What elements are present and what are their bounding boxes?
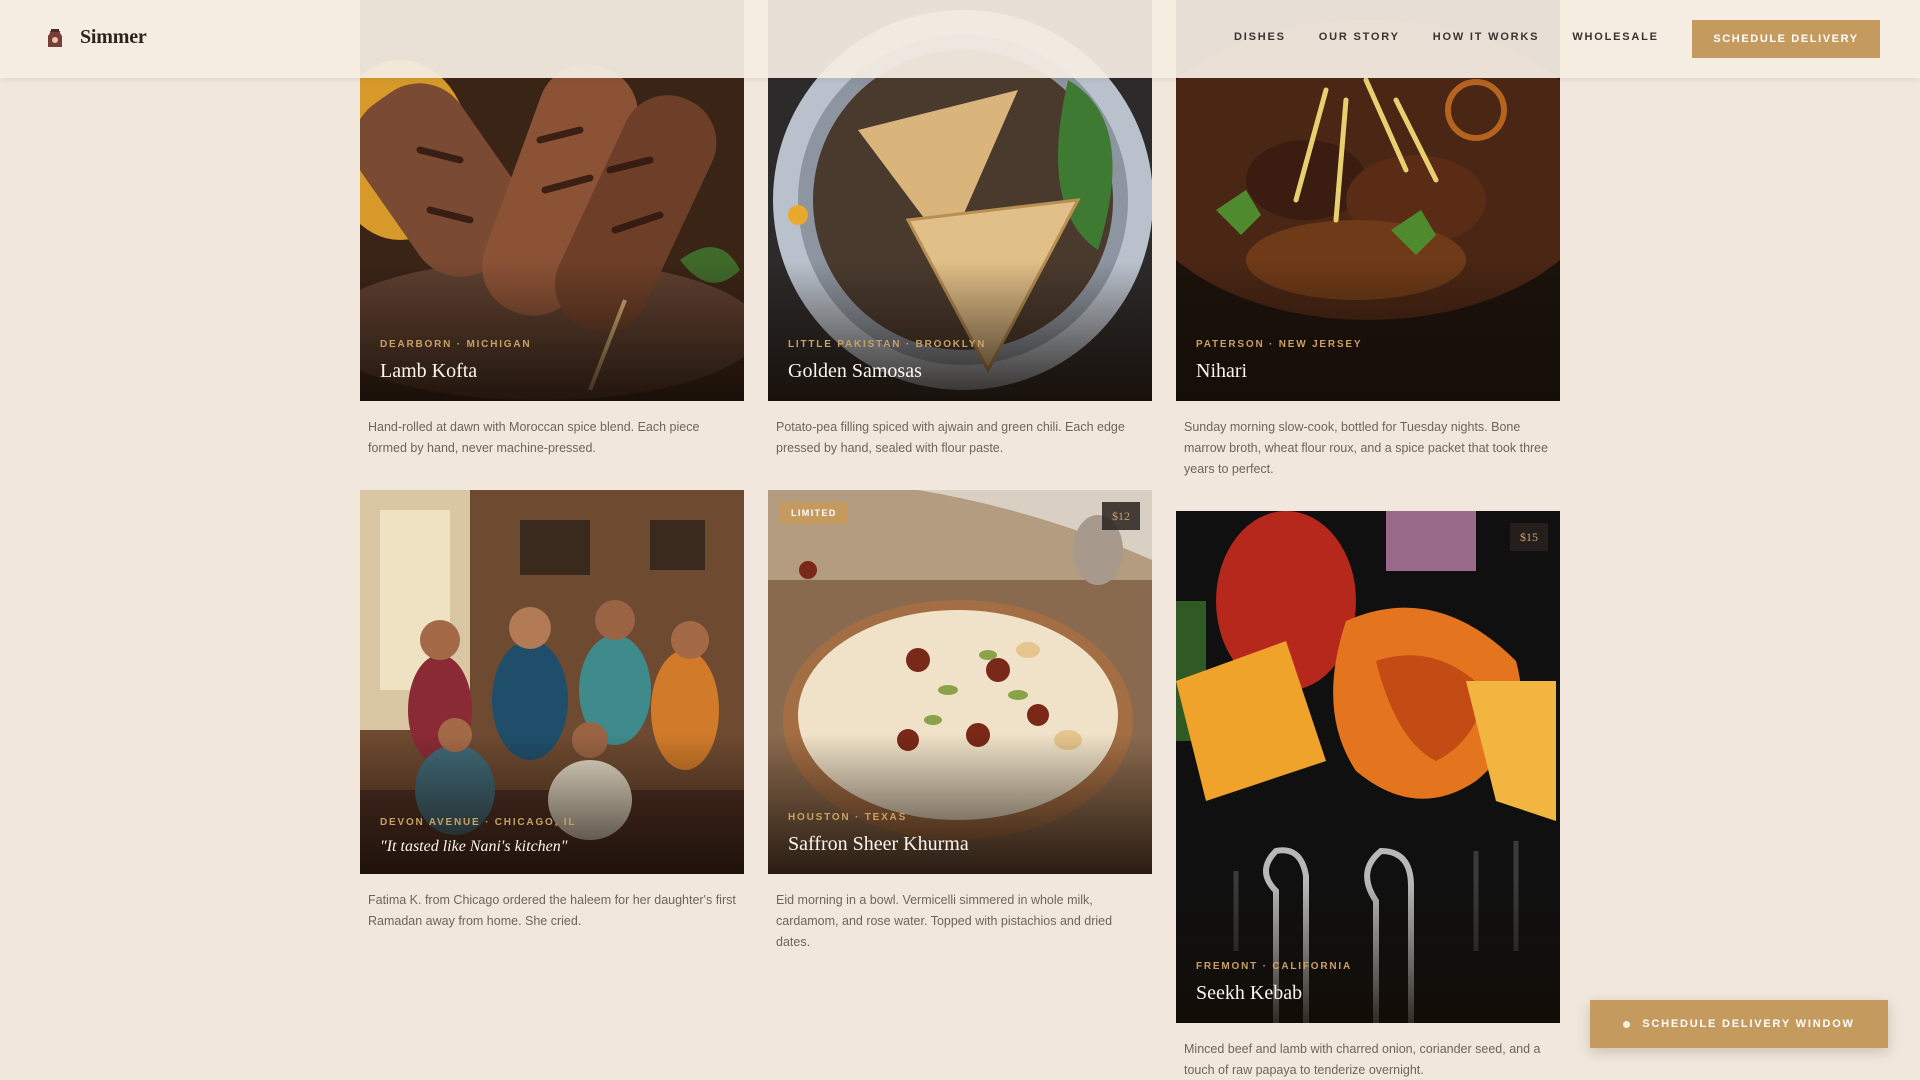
site-header: Simmer DISHES OUR STORY HOW IT WORKS WHO…	[0, 0, 1920, 78]
testimonial-card[interactable]: DEVON AVENUE · CHICAGO, IL "It tasted li…	[360, 490, 744, 932]
price-badge: $15	[1510, 523, 1548, 551]
card-location: LITTLE PAKISTAN · BROOKLYN	[788, 339, 987, 350]
card-location: FREMONT · CALIFORNIA	[1196, 961, 1352, 972]
price-badge: $12	[1102, 502, 1140, 530]
card-description: Minced beef and lamb with charred onion,…	[1184, 1042, 1541, 1077]
brand-name: Simmer	[80, 26, 147, 48]
card-description: Potato-pea filling spiced with ajwain an…	[776, 420, 1125, 455]
card-title: Seekh Kebab	[1196, 982, 1303, 1004]
card-description: Sunday morning slow-cook, bottled for Tu…	[1184, 420, 1549, 476]
card-description: Hand-rolled at dawn with Moroccan spice …	[368, 420, 700, 455]
card-description: Fatima K. from Chicago ordered the halee…	[368, 893, 736, 928]
card-location: DEARBORN · MICHIGAN	[380, 339, 532, 350]
schedule-delivery-button[interactable]: SCHEDULE DELIVERY	[1692, 20, 1880, 58]
card-title: Nihari	[1196, 360, 1248, 382]
dish-image: $15 FREMONT · CALIFORNIA Seekh Kebab	[1176, 511, 1560, 1023]
card-title: Lamb Kofta	[380, 360, 478, 382]
nav-dishes[interactable]: DISHES	[1234, 31, 1286, 43]
card-location: HOUSTON · TEXAS	[788, 812, 908, 823]
testimonial-image: DEVON AVENUE · CHICAGO, IL "It tasted li…	[360, 490, 744, 874]
status-dot-icon	[1623, 1020, 1631, 1028]
limited-badge: LIMITED	[780, 502, 848, 524]
jar-logo-icon	[48, 28, 62, 47]
testimonial-quote: "It tasted like Nani's kitchen"	[380, 838, 568, 855]
card-title: Saffron Sheer Khurma	[788, 833, 969, 855]
card-location: PATERSON · NEW JERSEY	[1196, 339, 1363, 350]
card-location: DEVON AVENUE · CHICAGO, IL	[380, 817, 577, 828]
brand-logo[interactable]: Simmer	[46, 26, 147, 49]
schedule-delivery-window-button[interactable]: SCHEDULE DELIVERY WINDOW	[1590, 1000, 1888, 1048]
nav-our-story[interactable]: OUR STORY	[1319, 31, 1400, 43]
floating-button-label: SCHEDULE DELIVERY WINDOW	[1642, 1018, 1855, 1030]
dish-card-saffron-sheer-khurma[interactable]: LIMITED $12 HOUSTON · TEXAS Saffron Shee…	[768, 490, 1152, 953]
dish-image: LIMITED $12 HOUSTON · TEXAS Saffron Shee…	[768, 490, 1152, 874]
card-title: Golden Samosas	[788, 360, 922, 382]
nav-how-it-works[interactable]: HOW IT WORKS	[1433, 31, 1540, 43]
nav-wholesale[interactable]: WHOLESALE	[1572, 31, 1658, 43]
main-nav: DISHES OUR STORY HOW IT WORKS WHOLESALE	[1234, 31, 1659, 43]
card-description: Eid morning in a bowl. Vermicelli simmer…	[776, 893, 1113, 949]
dish-card-seekh-kebab[interactable]: $15 FREMONT · CALIFORNIA Seekh Kebab Min…	[1176, 511, 1560, 1080]
